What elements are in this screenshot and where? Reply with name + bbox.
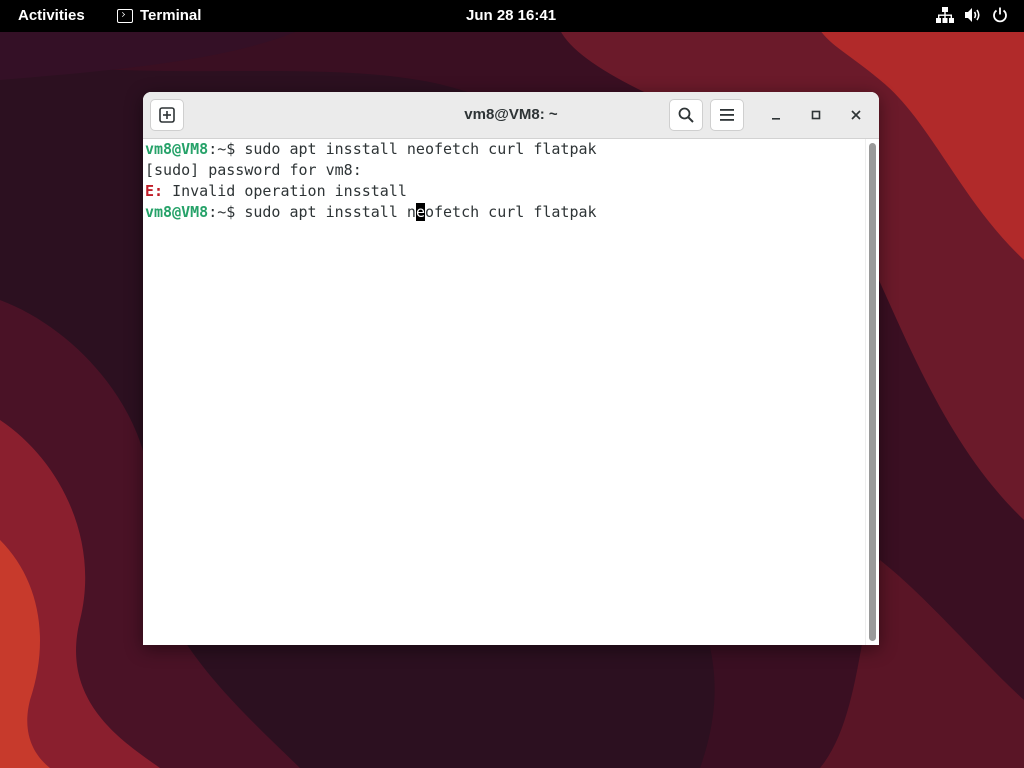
prompt-path: :~$ [208,203,236,221]
network-icon [936,7,954,23]
prompt-user: vm8@VM8 [145,203,209,221]
output-text: [sudo] password for vm8: [145,161,362,179]
app-menu[interactable]: Terminal [117,7,201,24]
power-icon [993,7,1007,23]
text-cursor: e [415,203,425,221]
terminal-line: vm8@VM8:~$ sudo apt insstall neofetch cu… [143,139,865,160]
search-button[interactable] [669,99,703,131]
prompt-path: :~$ [208,140,236,158]
minimize-button[interactable] [764,103,788,127]
output-text: Invalid operation insstall [163,182,407,200]
activities-button[interactable]: Activities [18,7,85,24]
command-text: sudo apt insstall neofetch curl flatpak [235,140,597,158]
system-tray[interactable] [936,7,1008,23]
top-bar: Activities Terminal Jun 28 16:41 [0,0,1024,32]
terminal-window: vm8@VM8: ~ vm8@VM8:~$ sudo apt insstall … [143,92,879,645]
scrollbar-thumb[interactable] [869,143,876,641]
command-text: sudo apt insstall n [235,203,416,221]
minimize-icon [772,118,780,120]
main-menu-button[interactable] [710,99,744,131]
scrollbar[interactable] [865,139,879,645]
command-text: ofetch curl flatpak [424,203,597,221]
hamburger-menu-icon [720,109,734,121]
clock[interactable]: Jun 28 16:41 [466,7,556,24]
volume-icon [965,8,980,22]
maximize-button[interactable] [804,103,828,127]
terminal-line: E: Invalid operation insstall [143,181,865,202]
header-bar: vm8@VM8: ~ [143,92,879,139]
close-icon [851,110,861,120]
terminal-line: vm8@VM8:~$ sudo apt insstall neofetch cu… [143,202,865,223]
terminal-line: [sudo] password for vm8: [143,160,865,181]
terminal-app-icon [117,8,133,23]
prompt-user: vm8@VM8 [145,140,209,158]
close-button[interactable] [844,103,868,127]
error-prefix: E: [145,182,164,200]
app-menu-label: Terminal [140,7,202,24]
search-icon [678,107,694,123]
maximize-icon [811,110,821,120]
terminal-output[interactable]: vm8@VM8:~$ sudo apt insstall neofetch cu… [143,139,865,645]
